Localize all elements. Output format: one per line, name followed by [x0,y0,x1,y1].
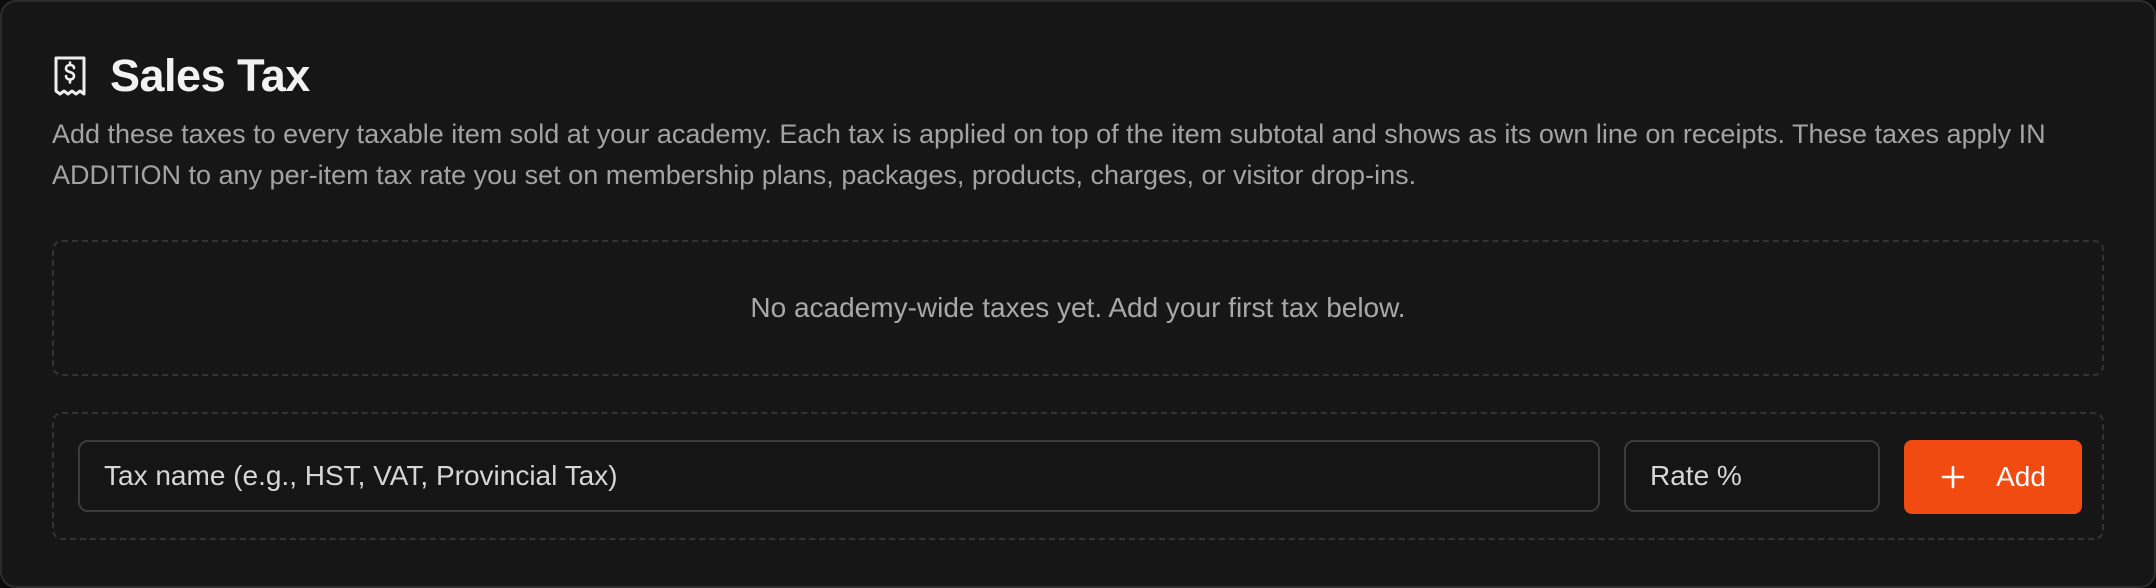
section-description: Add these taxes to every taxable item so… [52,119,2046,190]
tax-rate-input[interactable] [1624,440,1880,512]
tax-name-input[interactable] [78,440,1600,512]
receipt-dollar-icon [52,56,88,96]
page-title: Sales Tax [110,50,310,101]
empty-state-message: No academy-wide taxes yet. Add your firs… [750,292,1406,323]
section-header: Sales Tax [52,50,310,102]
empty-state: No academy-wide taxes yet. Add your firs… [52,240,2104,376]
add-tax-button[interactable]: Add [1904,440,2082,514]
sales-tax-card: Sales Tax Add these taxes to every taxab… [0,0,2156,588]
plus-icon [1940,464,1966,490]
add-tax-form: Add [52,412,2104,540]
add-button-label: Add [1996,461,2046,492]
